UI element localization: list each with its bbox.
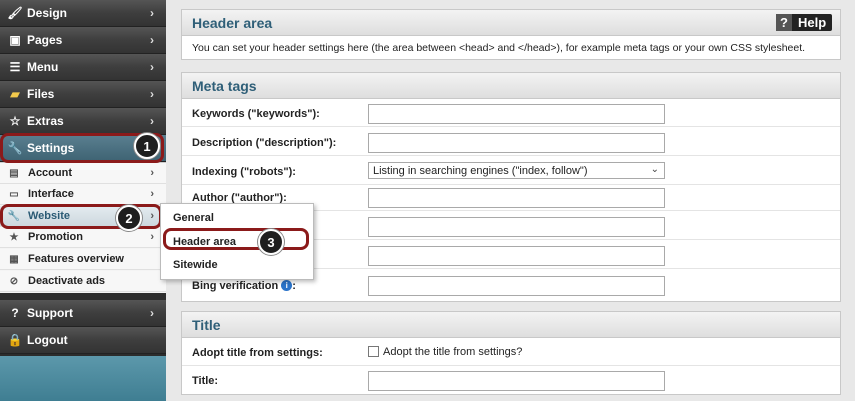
sub-interface-label: Interface [28,188,74,200]
question-icon: ? [11,306,19,320]
folder-icon: ▰ [10,87,20,101]
chevron-down-icon: ⌄ [650,164,659,175]
lock-icon: 🔒 [7,333,23,347]
star-icon: ★ [9,231,19,243]
indexing-label: Indexing ("robots"): [192,166,296,178]
sub-deactivate-label: Deactivate ads [28,275,106,287]
title-panel-title: Title [182,312,840,338]
nav-pages-label: Pages [27,33,63,47]
header-area-title: Header area [182,10,840,36]
question-icon: ? [776,14,792,31]
header-area-description: You can set your header settings here (t… [192,42,806,54]
chevron-right-icon: › [150,188,154,200]
nav-menu[interactable]: ☰ Menu › [0,54,166,81]
keywords-input[interactable] [368,104,665,124]
sub-promotion-label: Promotion [28,231,83,243]
title-input[interactable] [368,371,665,391]
nav-extras[interactable]: ☆ Extras › [0,108,166,135]
sidebar-footer [0,356,166,401]
step-badge-3: 3 [258,229,284,255]
sub-features-overview[interactable]: ▦ Features overview [0,249,166,270]
nav-files-label: Files [27,87,55,101]
info-icon[interactable]: i [281,280,293,291]
sidebar: 🖌 Design › ▣ Pages › ☰ Menu › ▰ Files › … [0,0,166,401]
chevron-right-icon: › [150,114,154,128]
header-area-panel: Header area ? Help You can set your head… [181,9,841,60]
adopt-title-checkbox-label[interactable]: Adopt the title from settings? [383,346,522,358]
highlight-header-area [163,228,309,250]
nav-files[interactable]: ▰ Files › [0,81,166,108]
author-input[interactable] [368,188,665,208]
keywords-row: Keywords ("keywords"): [182,100,840,127]
help-button[interactable]: ? Help [776,14,832,31]
nav-menu-label: Menu [27,60,59,74]
meta-tags-title: Meta tags [182,73,840,99]
bing-input[interactable] [368,276,665,296]
sub-deactivate-ads[interactable]: ⊘ Deactivate ads [0,271,166,292]
chevron-right-icon: › [150,60,154,74]
nav-support[interactable]: ? Support › [0,300,166,327]
sub-account[interactable]: ▤ Account › [0,163,166,184]
flyout-sitewide[interactable]: Sitewide [173,259,218,271]
description-label: Description ("description"): [192,137,337,149]
nav-logout-label: Logout [27,333,68,347]
title-label: Title: [192,375,219,387]
nav-support-label: Support [27,306,73,320]
chevron-right-icon: › [150,33,154,47]
sub-account-label: Account [28,167,72,179]
help-label: Help [798,15,827,30]
indexing-row: Indexing ("robots"): Listing in searchin… [182,158,840,185]
sub-features-label: Features overview [28,253,124,265]
chevron-right-icon: › [150,167,154,179]
nav-design-label: Design [27,6,68,20]
nav-pages[interactable]: ▣ Pages › [0,27,166,54]
adopt-title-label: Adopt title from settings: [192,347,323,359]
grid-icon: ▦ [9,253,19,265]
flyout-general[interactable]: General [173,212,214,224]
chevron-right-icon: › [150,306,154,320]
account-icon: ▤ [9,167,19,179]
sub-promotion[interactable]: ★ Promotion › [0,227,166,248]
monitor-icon: ▭ [9,188,19,200]
description-row: Description ("description"): [182,129,840,156]
meta-input-5[interactable] [368,217,665,237]
bing-label: Bing verification i: [192,280,296,292]
title-panel: Title Adopt title from settings: Adopt t… [181,311,841,395]
block-icon: ⊘ [9,275,19,287]
title-row: Title: [182,367,840,394]
step-badge-1: 1 [134,133,160,159]
nav-extras-label: Extras [27,114,64,128]
nav-design[interactable]: 🖌 Design › [0,0,166,27]
pages-icon: ▣ [9,33,21,47]
adopt-title-checkbox[interactable] [368,346,379,357]
keywords-label: Keywords ("keywords"): [192,108,320,120]
sub-interface[interactable]: ▭ Interface › [0,184,166,205]
meta-input-6[interactable] [368,246,665,266]
chevron-right-icon: › [150,6,154,20]
bing-label-text: Bing verification [192,280,279,292]
chevron-right-icon: › [150,87,154,101]
brush-icon: 🖌 [7,6,23,20]
step-badge-2: 2 [116,205,142,231]
indexing-select[interactable]: Listing in searching engines ("index, fo… [368,162,665,179]
indexing-select-value: Listing in searching engines ("index, fo… [373,165,588,177]
adopt-title-row: Adopt title from settings: Adopt the tit… [182,339,840,366]
nav-logout[interactable]: 🔒 Logout [0,327,166,354]
description-input[interactable] [368,133,665,153]
menu-list-icon: ☰ [9,60,21,74]
chevron-right-icon: › [150,231,154,243]
star-icon: ☆ [9,114,21,128]
